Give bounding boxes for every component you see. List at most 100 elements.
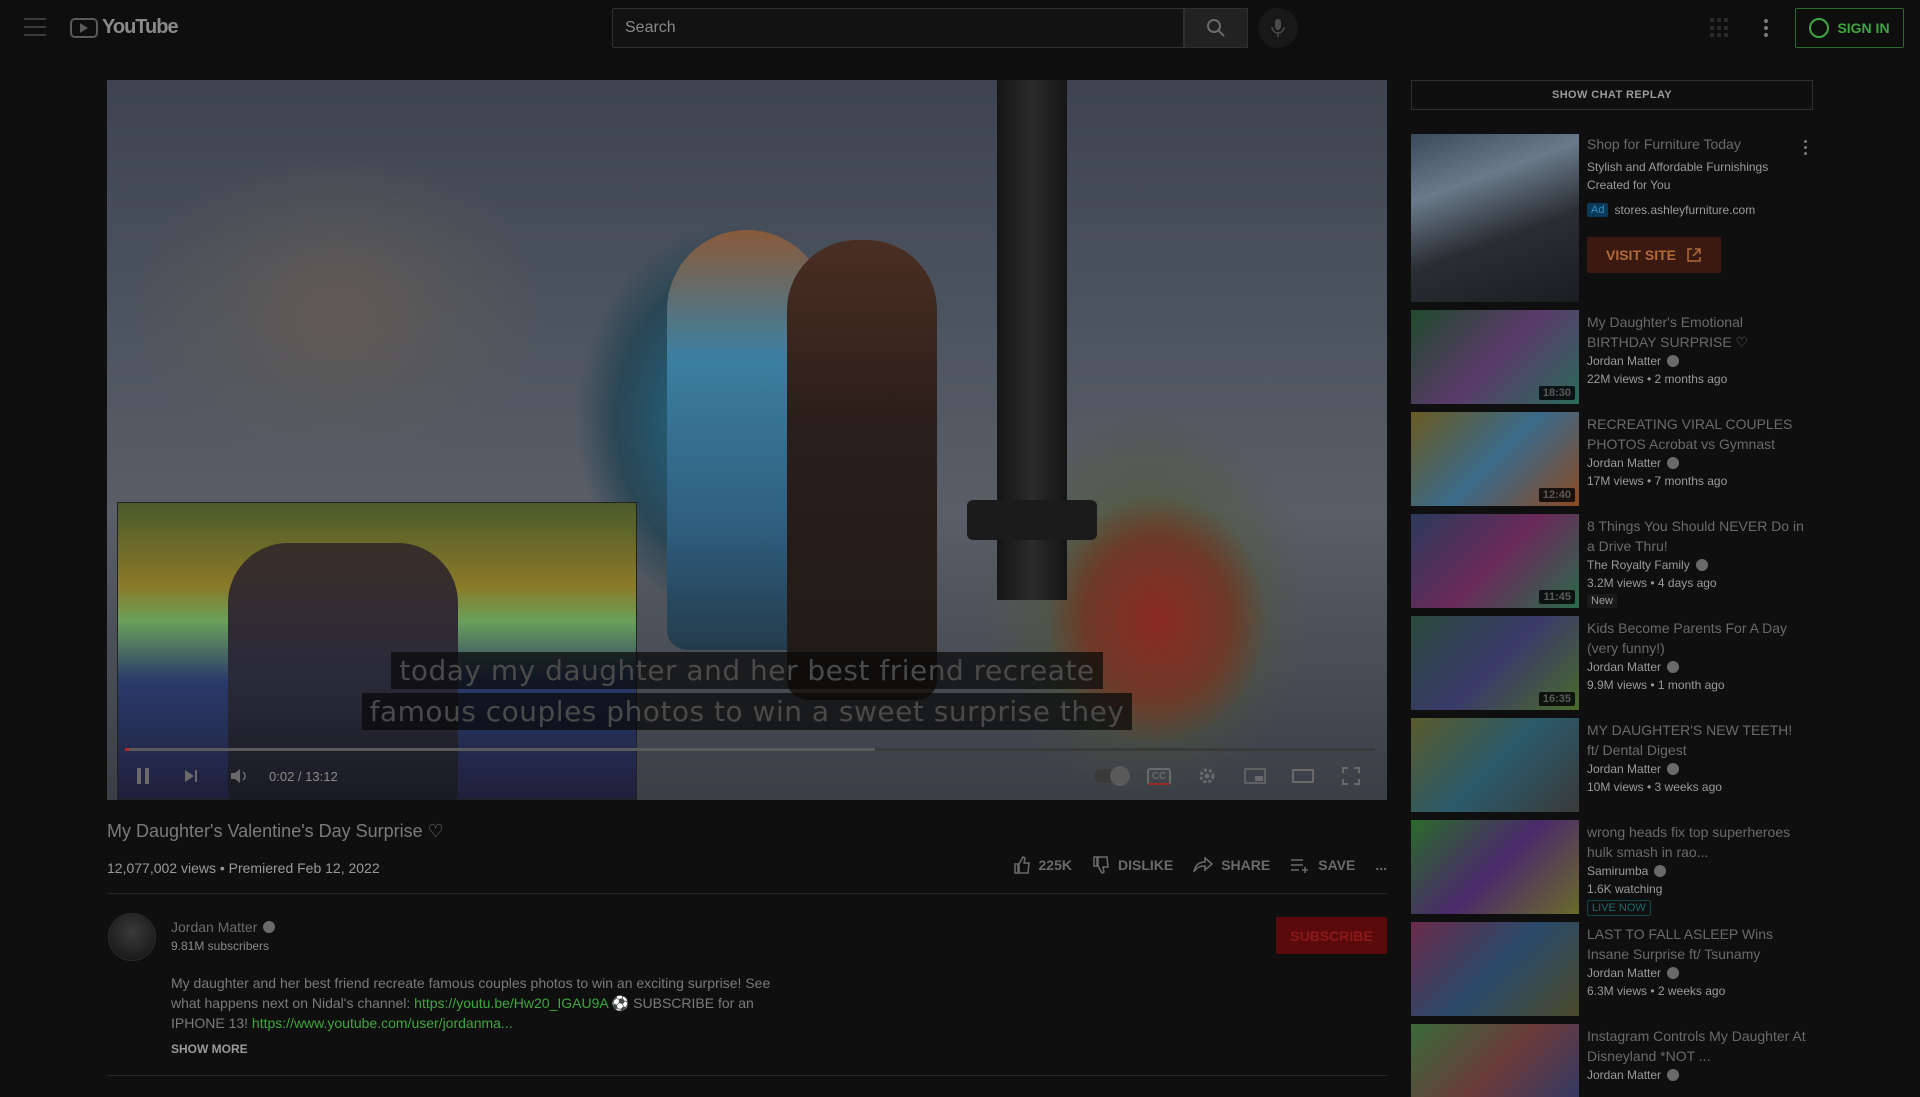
thumbs-up-icon (1013, 856, 1030, 874)
recommendation-thumbnail[interactable] (1411, 820, 1579, 914)
pause-icon (137, 768, 149, 784)
duration-badge: 12:40 (1538, 488, 1575, 502)
visit-site-button[interactable]: VISIT SITE (1587, 237, 1721, 273)
recommendation-item[interactable]: 18:30 My Daughter's Emotional BIRTHDAY SU… (1411, 310, 1813, 404)
menu-icon[interactable] (24, 18, 46, 36)
theater-mode-button[interactable] (1279, 758, 1327, 794)
player-controls: 0:02 / 13:12 CC (107, 756, 1387, 796)
duration-badge: 18:30 (1538, 386, 1575, 400)
recommendation-thumbnail[interactable]: 18:30 (1411, 310, 1579, 404)
ad-thumbnail[interactable] (1411, 134, 1579, 302)
autoplay-toggle[interactable] (1087, 758, 1135, 794)
recommendation-views: 6.3M views • 2 weeks ago (1587, 984, 1726, 998)
recommendation-channel: Jordan Matter (1587, 966, 1680, 980)
more-actions-button[interactable]: ... (1375, 857, 1387, 873)
video-player[interactable]: today my daughter and her best friend re… (107, 80, 1387, 800)
recommendation-thumbnail[interactable]: 16:35 (1411, 616, 1579, 710)
verified-icon (1695, 559, 1708, 571)
search-icon (1207, 19, 1225, 37)
recommendation-item[interactable]: Instagram Controls My Daughter At Disney… (1411, 1024, 1813, 1097)
settings-more-icon[interactable] (1756, 16, 1776, 40)
more-actions-label: ... (1375, 857, 1387, 873)
description-link[interactable]: https://www.youtube.com/user/jordanma... (252, 1015, 513, 1031)
channel-name-text: Jordan Matter (1587, 966, 1662, 980)
recommendation-title[interactable]: RECREATING VIRAL COUPLES PHOTOS Acrobat … (1587, 414, 1807, 454)
sign-in-button[interactable]: SIGN IN (1795, 8, 1904, 48)
pause-button[interactable] (119, 758, 167, 794)
external-link-icon (1687, 248, 1701, 262)
recommendations-list: 18:30 My Daughter's Emotional BIRTHDAY SU… (1411, 310, 1813, 1097)
recommendation-title[interactable]: wrong heads fix top superheroes hulk sma… (1587, 822, 1807, 862)
save-button[interactable]: SAVE (1290, 857, 1355, 873)
like-count: 225K (1038, 857, 1072, 873)
recommendation-title[interactable]: My Daughter's Emotional BIRTHDAY SURPRIS… (1587, 312, 1807, 352)
recommendation-item[interactable]: 11:45 8 Things You Should NEVER Do in a D… (1411, 514, 1813, 608)
miniplayer-button[interactable] (1231, 758, 1279, 794)
recommendation-thumbnail[interactable] (1411, 1024, 1579, 1097)
recommendation-views: 22M views • 2 months ago (1587, 372, 1728, 386)
status-badge: LIVE NOW (1587, 900, 1651, 916)
description-link[interactable]: https://youtu.be/Hw20_IGAU9A (414, 995, 608, 1011)
duration-badge: 11:45 (1539, 590, 1575, 604)
channel-avatar[interactable] (108, 913, 156, 961)
divider (107, 893, 1387, 894)
ad-title[interactable]: Shop for Furniture Today (1587, 136, 1741, 152)
ad-badge: Ad (1587, 203, 1609, 217)
recommendation-item[interactable]: MY DAUGHTER'S NEW TEETH! ft/ Dental Dige… (1411, 718, 1813, 812)
voice-search-button[interactable] (1258, 8, 1298, 48)
cc-icon: CC (1146, 767, 1172, 785)
video-title: My Daughter's Valentine's Day Surprise ♡ (107, 821, 444, 841)
caption-line: famous couples photos to win a sweet sur… (361, 693, 1133, 730)
recommendation-item[interactable]: 16:35 Kids Become Parents For A Day (very… (1411, 616, 1813, 710)
captions-button[interactable]: CC (1135, 758, 1183, 794)
recommendation-channel: Jordan Matter (1587, 1068, 1680, 1082)
volume-button[interactable] (215, 758, 263, 794)
captions: today my daughter and her best friend re… (107, 652, 1387, 730)
search-input[interactable] (625, 19, 1183, 37)
verified-icon (1667, 1069, 1680, 1081)
video-meta-row: 12,077,002 views • Premiered Feb 12, 202… (107, 856, 1387, 880)
view-count-date: 12,077,002 views • Premiered Feb 12, 202… (107, 860, 380, 876)
recommendation-thumbnail[interactable] (1411, 718, 1579, 812)
account-icon (1809, 18, 1830, 38)
ad-more-icon[interactable] (1804, 140, 1807, 155)
recommendation-title[interactable]: LAST TO FALL ASLEEP Wins Insane Surprise… (1587, 924, 1807, 964)
recommendation-views: 1.6K watching (1587, 882, 1663, 896)
show-more-button[interactable]: SHOW MORE (171, 1042, 248, 1056)
verified-icon (1667, 355, 1680, 367)
recommendation-thumbnail[interactable]: 11:45 (1411, 514, 1579, 608)
recommendation-item[interactable]: 12:40 RECREATING VIRAL COUPLES PHOTOS Acr… (1411, 412, 1813, 506)
settings-button[interactable] (1183, 758, 1231, 794)
recommendation-title[interactable]: MY DAUGHTER'S NEW TEETH! ft/ Dental Dige… (1587, 720, 1807, 760)
sidebar-ad[interactable]: Shop for Furniture Today Stylish and Aff… (1411, 134, 1813, 302)
progress-bar[interactable] (125, 748, 1375, 751)
dislike-label: DISLIKE (1117, 857, 1174, 873)
recommendation-item[interactable]: wrong heads fix top superheroes hulk sma… (1411, 820, 1813, 916)
recommendation-title[interactable]: 8 Things You Should NEVER Do in a Drive … (1587, 516, 1807, 556)
recommendation-channel: Jordan Matter (1587, 354, 1680, 368)
search-box[interactable] (612, 8, 1184, 48)
recommendation-title[interactable]: Instagram Controls My Daughter At Disney… (1587, 1026, 1807, 1066)
share-button[interactable]: SHARE (1193, 857, 1270, 873)
next-button[interactable] (167, 758, 215, 794)
channel-name-text: Jordan Matter (1587, 762, 1662, 776)
fullscreen-button[interactable] (1327, 758, 1375, 794)
channel-name[interactable]: Jordan Matter (171, 919, 276, 935)
playlist-add-icon (1291, 859, 1309, 873)
search-button[interactable] (1184, 8, 1248, 48)
youtube-logo[interactable]: YouTube (70, 16, 179, 39)
subscribe-button[interactable]: SUBSCRIBE (1276, 917, 1387, 954)
recommendation-thumbnail[interactable] (1411, 922, 1579, 1016)
recommendation-thumbnail[interactable]: 12:40 (1411, 412, 1579, 506)
channel-name-text: Jordan Matter (1587, 1068, 1662, 1082)
apps-icon[interactable] (1710, 18, 1730, 38)
like-button[interactable]: 225K (1013, 856, 1072, 874)
progress-played (125, 748, 129, 751)
show-chat-replay-button[interactable]: SHOW CHAT REPLAY (1411, 80, 1813, 110)
recommendation-item[interactable]: LAST TO FALL ASLEEP Wins Insane Surprise… (1411, 922, 1813, 1016)
dislike-button[interactable]: DISLIKE (1092, 856, 1173, 874)
recommendation-views: 3.2M views • 4 days ago (1587, 576, 1717, 590)
recommendation-views: 10M views • 3 weeks ago (1587, 780, 1722, 794)
status-badge: New (1587, 594, 1618, 608)
recommendation-title[interactable]: Kids Become Parents For A Day (very funn… (1587, 618, 1807, 658)
